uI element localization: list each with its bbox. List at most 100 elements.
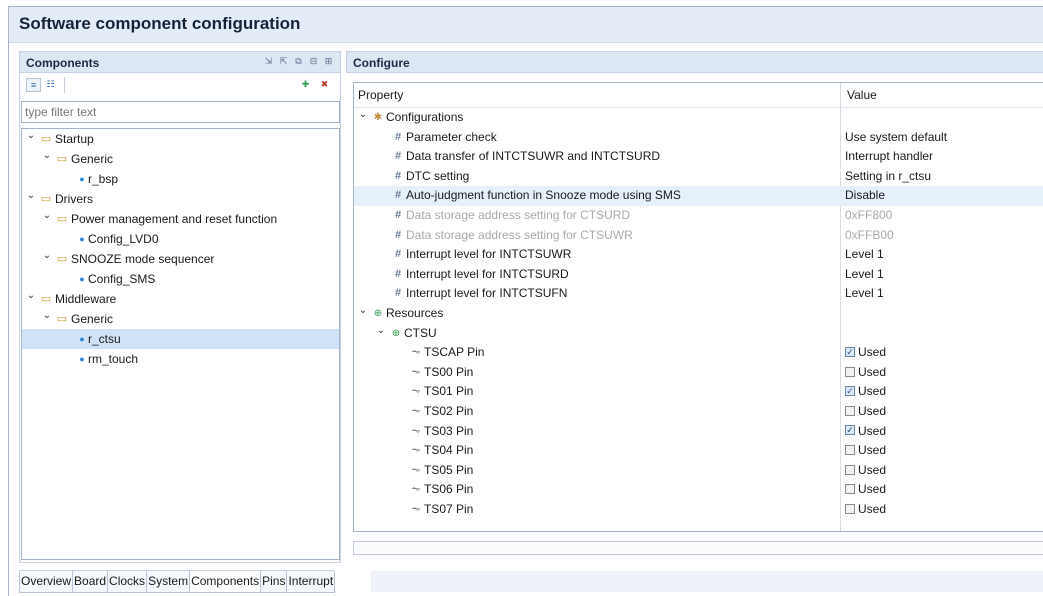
property-row-ts00-pin[interactable]: ⏦ TS00 Pin Used (354, 363, 1043, 383)
property-value[interactable]: Interrupt handler (845, 147, 933, 167)
property-row-auto-judgment-function-in-snooze-mode-using-sms[interactable]: # Auto-judgment function in Snooze mode u… (354, 186, 1043, 206)
property-value[interactable]: Level 1 (845, 284, 884, 304)
show-by-category-icon[interactable]: ≡ (26, 78, 41, 92)
used-checkbox[interactable] (845, 405, 855, 416)
tree-item-power-management-and-reset-function[interactable]: ⌄ ▭ Power management and reset function (22, 209, 339, 229)
used-checkbox[interactable]: ✓ (845, 346, 855, 357)
export-icon[interactable]: ⇱ (278, 56, 289, 67)
parameter-icon: # (394, 287, 402, 300)
property-value[interactable]: Used (845, 441, 886, 461)
property-row-data-transfer-of-intctsuwr-and-intctsurd[interactable]: # Data transfer of INTCTSUWR and INTCTSUR… (354, 147, 1043, 167)
tab-components[interactable]: Components (189, 571, 262, 593)
chevron-down-icon[interactable]: ⌄ (358, 301, 368, 321)
property-row-resources[interactable]: ⌄ ⊕ Resources (354, 304, 1043, 324)
parameter-icon: # (394, 248, 402, 261)
property-value[interactable]: Level 1 (845, 265, 884, 285)
filter-input[interactable] (21, 101, 340, 123)
used-checkbox[interactable] (845, 444, 855, 455)
tree-item-config-sms[interactable]: ● Config_SMS (22, 269, 339, 289)
property-label: TSCAP Pin (424, 345, 485, 360)
chevron-down-icon[interactable]: ⌄ (42, 146, 52, 166)
property-row-ts02-pin[interactable]: ⏦ TS02 Pin Used (354, 402, 1043, 422)
used-checkbox[interactable] (845, 503, 855, 514)
remove-component-icon[interactable]: ✖ (317, 78, 332, 92)
property-row-interrupt-level-for-intctsuwr[interactable]: # Interrupt level for INTCTSUWR Level 1 (354, 245, 1043, 265)
chevron-down-icon[interactable]: ⌄ (26, 286, 36, 306)
property-row-data-storage-address-setting-for-ctsuwr[interactable]: # Data storage address setting for CTSUWR… (354, 226, 1043, 246)
used-label: Used (858, 403, 887, 418)
tree-item-config-lvd0[interactable]: ● Config_LVD0 (22, 229, 339, 249)
parameter-icon: # (394, 150, 402, 163)
folder-icon: ▭ (56, 313, 68, 325)
tab-clocks[interactable]: Clocks (107, 571, 148, 593)
property-row-interrupt-level-for-intctsurd[interactable]: # Interrupt level for INTCTSURD Level 1 (354, 265, 1043, 285)
property-value[interactable]: Used (845, 500, 886, 520)
property-value[interactable]: Used (845, 402, 886, 422)
components-panel-header: Components ⇲ ⇱ ⧉ ⊟ ⊞ (19, 51, 341, 73)
property-rows: ⌄ ✱ Configurations # Parameter check Use syst… (354, 108, 1043, 519)
chevron-down-icon[interactable]: ⌄ (42, 306, 52, 326)
add-component-icon[interactable]: ✚ (298, 78, 313, 92)
property-value[interactable]: Setting in r_ctsu (845, 167, 931, 187)
tree-item-startup[interactable]: ⌄ ▭ Startup (22, 129, 339, 149)
property-value[interactable]: ✓ Used (845, 422, 886, 442)
used-checkbox[interactable]: ✓ (845, 425, 855, 436)
tree-item-label: Power management and reset function (71, 212, 278, 226)
used-checkbox[interactable] (845, 484, 855, 495)
tree-item-drivers[interactable]: ⌄ ▭ Drivers (22, 189, 339, 209)
property-row-tscap-pin[interactable]: ⏦ TSCAP Pin ✓ Used (354, 343, 1043, 363)
value-column-header[interactable]: Value (847, 83, 877, 108)
property-row-ts06-pin[interactable]: ⏦ TS06 Pin Used (354, 480, 1043, 500)
property-value[interactable]: Disable (845, 186, 885, 206)
collapse-icon[interactable]: ⊟ (308, 56, 319, 67)
chevron-down-icon[interactable]: ⌄ (358, 105, 368, 125)
property-value[interactable]: Use system default (845, 128, 947, 148)
chevron-down-icon[interactable]: ⌄ (42, 206, 52, 226)
tree-item-generic[interactable]: ⌄ ▭ Generic (22, 309, 339, 329)
tab-board[interactable]: Board (72, 571, 109, 593)
property-row-parameter-check[interactable]: # Parameter check Use system default (354, 128, 1043, 148)
pin-icon: ⏦ (411, 346, 421, 359)
property-value[interactable]: Used (845, 461, 886, 481)
tree-item-r-bsp[interactable]: ● r_bsp (22, 169, 339, 189)
property-value[interactable]: Used (845, 480, 886, 500)
property-row-configurations[interactable]: ⌄ ✱ Configurations (354, 108, 1043, 128)
copy-icon[interactable]: ⧉ (293, 56, 304, 67)
expand-icon[interactable]: ⊞ (323, 56, 334, 67)
chevron-down-icon[interactable]: ⌄ (42, 246, 52, 266)
property-value[interactable]: ✓ Used (845, 382, 886, 402)
tab-interrupt[interactable]: Interrupt (286, 571, 336, 593)
property-value[interactable]: ✓ Used (845, 343, 886, 363)
property-row-ts05-pin[interactable]: ⏦ TS05 Pin Used (354, 461, 1043, 481)
property-row-data-storage-address-setting-for-ctsurd[interactable]: # Data storage address setting for CTSURD… (354, 206, 1043, 226)
chevron-down-icon[interactable]: ⌄ (26, 129, 36, 146)
used-checkbox[interactable] (845, 464, 855, 475)
property-value[interactable]: Used (845, 363, 886, 383)
property-row-ts07-pin[interactable]: ⏦ TS07 Pin Used (354, 500, 1043, 520)
horizontal-scrollbar[interactable] (353, 541, 1043, 555)
property-row-ts04-pin[interactable]: ⏦ TS04 Pin Used (354, 441, 1043, 461)
show-flat-icon[interactable]: ☷ (43, 78, 58, 92)
property-label: Resources (386, 305, 444, 320)
pin-icon: ⏦ (411, 483, 421, 496)
tree-item-generic[interactable]: ⌄ ▭ Generic (22, 149, 339, 169)
used-checkbox[interactable]: ✓ (845, 386, 855, 397)
property-row-interrupt-level-for-intctsufn[interactable]: # Interrupt level for INTCTSUFN Level 1 (354, 284, 1043, 304)
tree-item-rm-touch[interactable]: ● rm_touch (22, 349, 339, 369)
property-row-dtc-setting[interactable]: # DTC setting Setting in r_ctsu (354, 167, 1043, 187)
property-row-ts01-pin[interactable]: ⏦ TS01 Pin ✓ Used (354, 382, 1043, 402)
tab-pins[interactable]: Pins (260, 571, 288, 593)
tree-item-r-ctsu[interactable]: ● r_ctsu (22, 329, 339, 349)
tree-item-middleware[interactable]: ⌄ ▭ Middleware (22, 289, 339, 309)
tab-overview[interactable]: Overview (19, 571, 74, 593)
property-value[interactable]: Level 1 (845, 245, 884, 265)
property-row-ctsu[interactable]: ⌄ ⊕ CTSU (354, 324, 1043, 344)
chevron-down-icon[interactable]: ⌄ (26, 186, 36, 206)
used-checkbox[interactable] (845, 366, 855, 377)
property-row-ts03-pin[interactable]: ⏦ TS03 Pin ✓ Used (354, 422, 1043, 442)
tree-item-snooze-mode-sequencer[interactable]: ⌄ ▭ SNOOZE mode sequencer (22, 249, 339, 269)
editor-tabs: Overview Board Clocks System Components Pins I… (19, 570, 336, 593)
chevron-down-icon[interactable]: ⌄ (376, 321, 386, 341)
tab-system[interactable]: System (146, 571, 191, 593)
import-icon[interactable]: ⇲ (263, 56, 274, 67)
